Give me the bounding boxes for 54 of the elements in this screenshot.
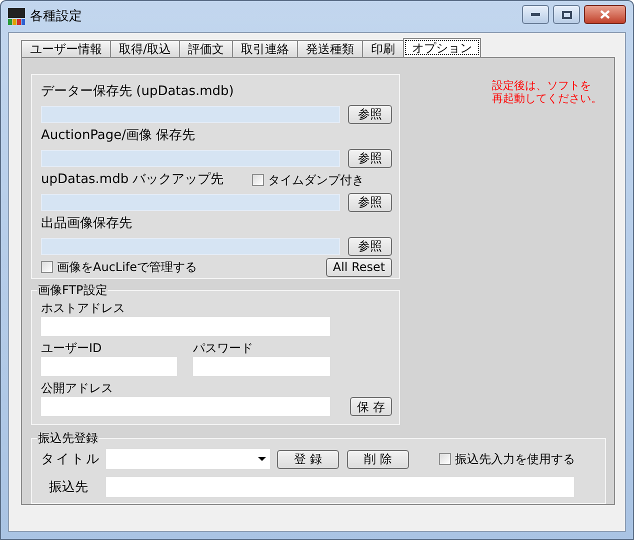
field-label: 出品画像保存先	[41, 215, 132, 234]
field-label: タイトル	[41, 450, 102, 469]
field-label: データー保存先 (upDatas.mdb)	[41, 83, 234, 102]
browse-button[interactable]: 参照	[348, 148, 392, 168]
checkbox-label: 振込先入力を使用する	[455, 451, 575, 468]
group-title: 振込先登録	[37, 430, 99, 448]
path-field[interactable]	[41, 238, 340, 254]
action-button[interactable]: 削 除	[347, 450, 409, 469]
public-address-field[interactable]	[41, 397, 330, 416]
field-label: 振込先	[48, 478, 89, 497]
browse-button[interactable]: 参照	[348, 104, 392, 124]
tab[interactable]: 取得/取込	[110, 40, 180, 57]
reset-button[interactable]: All Reset	[326, 258, 392, 276]
maximize-button[interactable]	[553, 5, 580, 24]
checkbox[interactable]	[41, 261, 53, 273]
minimize-button[interactable]	[522, 5, 549, 24]
note-text: 設定後は、ソフトを	[492, 79, 592, 92]
host-field[interactable]	[41, 317, 330, 336]
checkbox[interactable]	[252, 174, 264, 186]
browse-button[interactable]: 参照	[348, 236, 392, 256]
path-field[interactable]	[41, 194, 340, 210]
tab[interactable]: 取引連絡	[232, 40, 298, 57]
user-id-field[interactable]	[41, 357, 177, 376]
tab[interactable]: ユーザー情報	[21, 40, 111, 57]
minimize-icon	[531, 13, 540, 16]
checkbox[interactable]	[439, 453, 451, 466]
password-field[interactable]	[193, 357, 330, 376]
close-button[interactable]	[584, 5, 626, 24]
app-logo-icon	[8, 8, 25, 25]
field-label: パスワード	[193, 340, 254, 357]
field-label: 公開アドレス	[41, 380, 114, 397]
group-title: 画像FTP設定	[37, 282, 108, 299]
tab[interactable]: 印刷	[362, 40, 404, 57]
path-field[interactable]	[41, 150, 340, 166]
checkbox-label: タイムダンプ付き	[268, 172, 364, 189]
browse-button[interactable]: 参照	[348, 192, 392, 212]
window-title: 各種設定	[30, 8, 82, 26]
maximize-icon	[562, 10, 572, 18]
close-icon	[600, 10, 610, 19]
field-label: AuctionPage/画像 保存先	[41, 127, 196, 146]
field-label: ユーザーID	[41, 340, 103, 357]
tab[interactable]: 発送種類	[297, 40, 364, 57]
field-label: upDatas.mdb バックアップ先	[41, 171, 224, 190]
note-text: 再起動してください。	[492, 92, 602, 105]
field-label: ホストアドレス	[41, 300, 126, 317]
save-button[interactable]: 保 存	[350, 397, 392, 416]
account-field[interactable]	[106, 477, 574, 498]
dropdown-caret-icon	[258, 457, 266, 462]
checkbox-label: 画像をAucLifeで管理する	[57, 259, 198, 276]
tab[interactable]: オプション	[403, 38, 482, 57]
path-field[interactable]	[41, 106, 340, 122]
title-dropdown[interactable]	[106, 449, 270, 470]
action-button[interactable]: 登 録	[277, 450, 339, 469]
tab[interactable]: 評価文	[179, 40, 234, 57]
